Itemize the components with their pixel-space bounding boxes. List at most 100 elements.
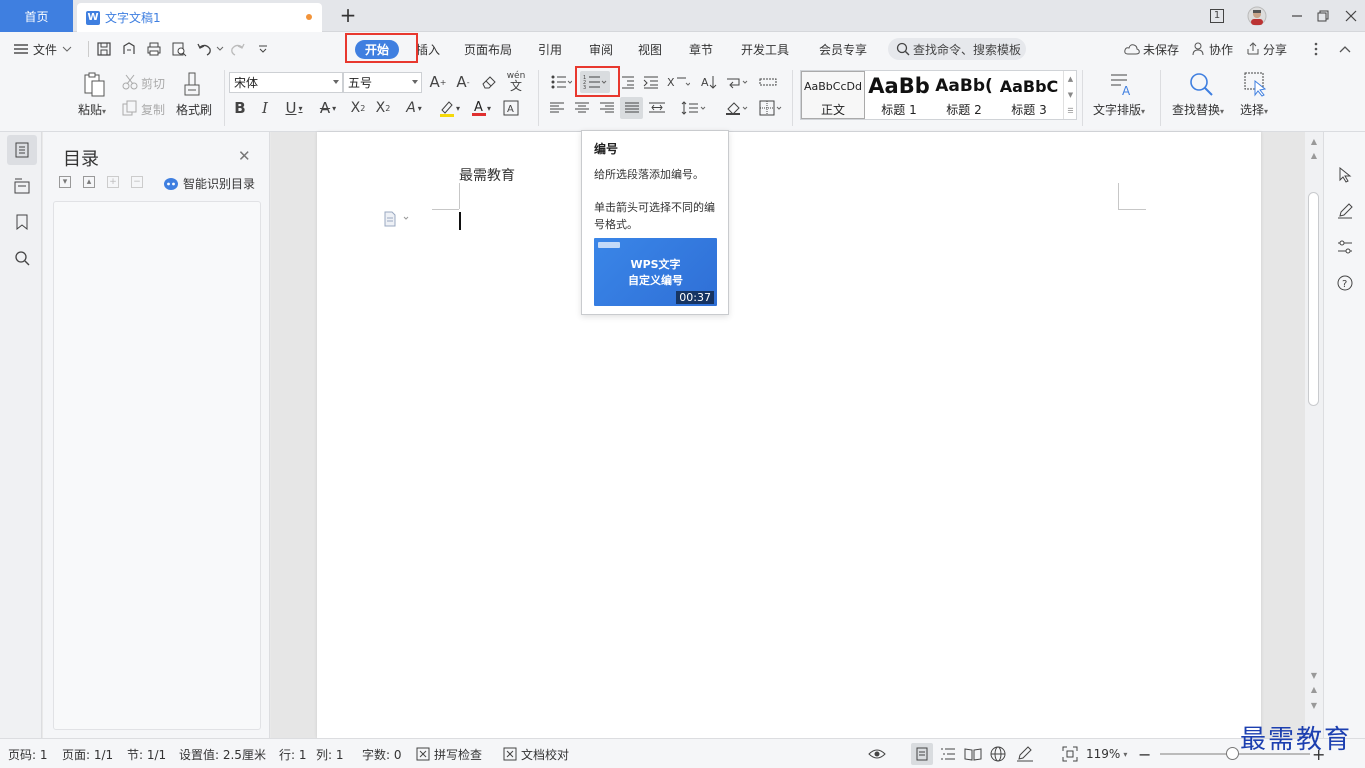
zoom-level-select[interactable]: 119% ▾ (1086, 739, 1127, 768)
close-icon[interactable] (1341, 0, 1361, 32)
superscript-icon[interactable]: X2 (348, 98, 368, 118)
scroll-up-icon[interactable]: ▲ (1308, 136, 1320, 146)
highlight-icon[interactable]: ▾ (434, 98, 464, 118)
font-color-icon[interactable]: A ▾ (467, 98, 495, 118)
collapse-ribbon-icon[interactable] (1339, 32, 1351, 66)
phonetic-guide-icon[interactable]: wén 文 (503, 70, 529, 92)
chapter-nav-icon[interactable] (7, 171, 37, 201)
subscript-icon[interactable]: X2 (373, 98, 393, 118)
eye-protection-icon[interactable] (868, 739, 886, 768)
style-more-icon[interactable]: ☰ (1064, 103, 1077, 119)
smart-toc-button[interactable]: 智能识别目录 (163, 175, 255, 192)
increase-indent-icon[interactable] (642, 72, 660, 92)
writing-mode-icon[interactable] (1016, 739, 1034, 768)
bookmark-icon[interactable] (7, 207, 37, 237)
line-spacing-icon[interactable] (680, 98, 708, 118)
toc-view-icon[interactable] (7, 135, 37, 165)
style-heading-3[interactable]: AaBbC 标题 3 (997, 71, 1061, 119)
style-heading-2[interactable]: AaBb( 标题 2 (932, 71, 996, 119)
format-painter-icon[interactable] (182, 70, 206, 100)
document-text[interactable]: 最需教育 (459, 165, 515, 185)
collab-button[interactable]: 协作 (1192, 32, 1233, 66)
underline-icon[interactable]: U ▾ (281, 98, 307, 118)
avatar[interactable] (1245, 0, 1269, 32)
toc-add-icon[interactable]: + (107, 176, 119, 188)
align-left-icon[interactable] (548, 98, 566, 118)
print-icon[interactable] (146, 32, 162, 66)
italic-icon[interactable]: I (256, 98, 274, 118)
status-column[interactable]: 列: 1 (316, 739, 344, 768)
cursor-icon[interactable] (1330, 160, 1360, 190)
toc-remove-icon[interactable]: − (131, 176, 143, 188)
new-tab-button[interactable]: + (337, 3, 359, 27)
prev-page-icon[interactable]: ▲ (1308, 684, 1320, 694)
style-normal[interactable]: AaBbCcDd 正文 (801, 71, 865, 119)
decrease-font-icon[interactable]: A- (453, 72, 473, 92)
sort-icon[interactable]: A (700, 72, 718, 92)
tab-home[interactable]: 首页 (0, 0, 73, 32)
status-word-count[interactable]: 字数: 0 (362, 739, 402, 768)
style-scroll-down-icon[interactable]: ▼ (1064, 87, 1077, 103)
web-view-icon[interactable] (990, 739, 1006, 768)
export-icon[interactable] (121, 32, 137, 66)
command-search[interactable]: 查找命令、搜索模板 (888, 38, 1026, 60)
style-heading-1[interactable]: AaBb 标题 1 (867, 71, 931, 119)
unsaved-status[interactable]: 未保存 (1124, 32, 1179, 66)
pen-icon[interactable] (1330, 196, 1360, 226)
find-replace-icon[interactable] (1187, 70, 1215, 98)
format-painter-button[interactable]: 格式刷 (176, 101, 212, 118)
quick-access-more-icon[interactable] (258, 32, 268, 66)
borders-icon[interactable] (758, 98, 786, 118)
justify-icon[interactable] (620, 97, 643, 119)
style-scroll-up-icon[interactable]: ▲ (1064, 71, 1077, 87)
spell-check-button[interactable]: 拼写检查 (416, 739, 482, 768)
font-size-select[interactable]: 五号 (343, 72, 422, 93)
text-effect-icon[interactable]: A ▾ (400, 98, 428, 118)
cut-button[interactable]: 剪切 (141, 75, 165, 92)
clear-format-icon[interactable] (479, 72, 499, 92)
zoom-out-button[interactable]: − (1138, 739, 1151, 768)
fit-page-icon[interactable] (1062, 739, 1078, 768)
chinese-layout-icon[interactable]: X (665, 72, 691, 92)
scrollbar-thumb[interactable] (1308, 192, 1319, 406)
undo-icon[interactable] (196, 32, 224, 66)
doc-proof-button[interactable]: 文档校对 (503, 739, 569, 768)
paragraph-mark-icon[interactable] (724, 72, 752, 92)
tab-page-layout[interactable]: 页面布局 (464, 32, 512, 66)
share-button[interactable]: 分享 (1246, 32, 1287, 66)
status-page-number[interactable]: 页码: 1 (8, 739, 48, 768)
redo-icon[interactable] (230, 32, 246, 66)
restore-icon[interactable] (1313, 0, 1333, 32)
status-pages[interactable]: 页面: 1/1 (62, 739, 113, 768)
page-view-icon[interactable] (910, 739, 934, 768)
tab-review[interactable]: 审阅 (589, 32, 613, 66)
tab-insert[interactable]: 插入 (416, 32, 440, 66)
table-tools-icon[interactable] (758, 72, 778, 92)
find-replace-button[interactable]: 查找替换▾ (1172, 101, 1224, 118)
close-icon[interactable]: ✕ (238, 147, 251, 165)
minimize-icon[interactable] (1287, 0, 1307, 32)
paste-icon[interactable] (80, 70, 108, 100)
scroll-down-icon[interactable]: ▼ (1308, 670, 1320, 680)
select-icon[interactable] (1242, 70, 1270, 98)
copy-button[interactable]: 复制 (141, 101, 165, 118)
text-layout-button[interactable]: 文字排版▾ (1093, 101, 1145, 118)
more-icon[interactable] (1314, 32, 1318, 66)
settings-sliders-icon[interactable] (1330, 232, 1360, 262)
decrease-indent-icon[interactable] (620, 72, 636, 92)
align-center-icon[interactable] (573, 98, 591, 118)
strikethrough-icon[interactable]: A ▾ (314, 98, 342, 118)
status-setting-value[interactable]: 设置值: 2.5厘米 (179, 739, 266, 768)
reading-view-icon[interactable] (964, 739, 982, 768)
font-name-select[interactable]: 宋体 (229, 72, 343, 93)
print-preview-icon[interactable] (171, 32, 187, 66)
next-page-icon[interactable]: ▼ (1308, 700, 1320, 710)
text-layout-icon[interactable]: A (1108, 70, 1136, 98)
outline-view-icon[interactable] (940, 739, 956, 768)
page-indicator[interactable]: 1 (1205, 0, 1229, 32)
bullet-list-icon[interactable] (548, 72, 574, 92)
status-row[interactable]: 行: 1 (279, 739, 307, 768)
tab-view[interactable]: 视图 (638, 32, 662, 66)
paragraph-handle-icon[interactable] (381, 211, 411, 227)
toc-collapse-icon[interactable]: ▾ (59, 176, 71, 188)
